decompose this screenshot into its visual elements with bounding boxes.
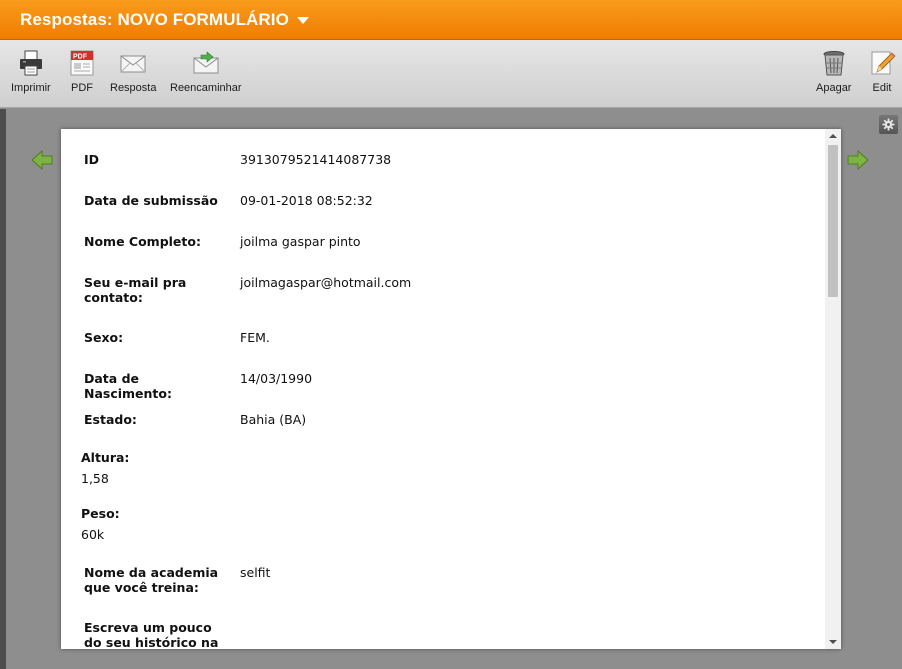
- field-label: Estado:: [84, 412, 137, 427]
- scroll-up-button[interactable]: [825, 129, 841, 143]
- field-value: joilma gaspar pinto: [240, 234, 361, 249]
- gear-icon: [882, 118, 895, 131]
- field-value: 09-01-2018 08:52:32: [240, 193, 373, 208]
- submission-panel: ID 3913079521414087738 Data de submissão…: [61, 129, 841, 649]
- pdf-button[interactable]: PDF PDF: [68, 48, 96, 94]
- field-label: Sexo:: [84, 330, 124, 345]
- pencil-icon: [871, 51, 896, 75]
- scrollbar-thumb[interactable]: [828, 145, 838, 297]
- pdf-label: PDF: [71, 82, 93, 94]
- field-value: selfit: [240, 565, 271, 580]
- field-stack-weight: Peso: 60k: [81, 506, 120, 542]
- field-value: joilmagaspar@hotmail.com: [240, 275, 412, 290]
- edit-label: Edit: [872, 82, 892, 94]
- print-button[interactable]: Imprimir: [11, 48, 51, 94]
- print-label: Imprimir: [11, 82, 51, 94]
- forward-envelope-icon: [193, 51, 219, 74]
- field-value: 1,58: [81, 471, 109, 486]
- field-value: 14/03/1990: [240, 371, 313, 386]
- field-label: Altura:: [81, 450, 130, 465]
- field-label: Nome da academia que você treina:: [84, 565, 219, 595]
- scroll-up-icon: [829, 134, 837, 138]
- edit-button[interactable]: Edit: [868, 48, 896, 94]
- field-stack-height: Altura: 1,58: [81, 450, 129, 486]
- field-label: ID: [84, 152, 100, 167]
- reply-button[interactable]: Resposta: [110, 48, 156, 94]
- chevron-down-icon[interactable]: [296, 17, 309, 24]
- next-arrow-icon[interactable]: [846, 148, 870, 172]
- field-value: FEM.: [240, 330, 270, 345]
- field-label: Nome Completo:: [84, 234, 201, 249]
- submission-content: ID 3913079521414087738 Data de submissão…: [61, 129, 825, 649]
- delete-button[interactable]: Apagar: [816, 48, 851, 94]
- trash-icon: [823, 51, 845, 76]
- field-label: Data de submissão: [84, 193, 218, 208]
- envelope-icon: [120, 55, 146, 73]
- delete-label: Apagar: [816, 82, 852, 94]
- vertical-scrollbar[interactable]: [825, 129, 841, 649]
- previous-arrow-icon[interactable]: [30, 148, 54, 172]
- pdf-icon-text: PDF: [73, 54, 88, 61]
- field-value: 3913079521414087738: [240, 152, 392, 167]
- field-value: 60k: [81, 527, 105, 542]
- forward-label: Reencaminhar: [170, 82, 242, 94]
- form-header: Respostas: NOVO FORMULÁRIO: [0, 0, 902, 40]
- field-label: Escreva um pouco do seu histórico na: [84, 620, 219, 649]
- pdf-icon: PDF: [70, 50, 94, 76]
- forward-button[interactable]: Reencaminhar: [170, 48, 242, 94]
- form-title[interactable]: Respostas: NOVO FORMULÁRIO: [20, 10, 289, 30]
- scroll-down-button[interactable]: [825, 635, 841, 649]
- field-label: Data de Nascimento:: [84, 371, 172, 401]
- toolbar: Imprimir PDF PDF Resposta Reencaminhar A…: [0, 40, 902, 108]
- field-value: Bahia (BA): [240, 412, 307, 427]
- printer-icon: [19, 50, 42, 76]
- left-dark-strip: [0, 109, 6, 669]
- field-label: Seu e-mail pra contato:: [84, 275, 187, 305]
- settings-button[interactable]: [879, 115, 898, 134]
- scroll-down-icon: [829, 640, 837, 644]
- reply-label: Resposta: [110, 82, 157, 94]
- field-label: Peso:: [81, 506, 120, 521]
